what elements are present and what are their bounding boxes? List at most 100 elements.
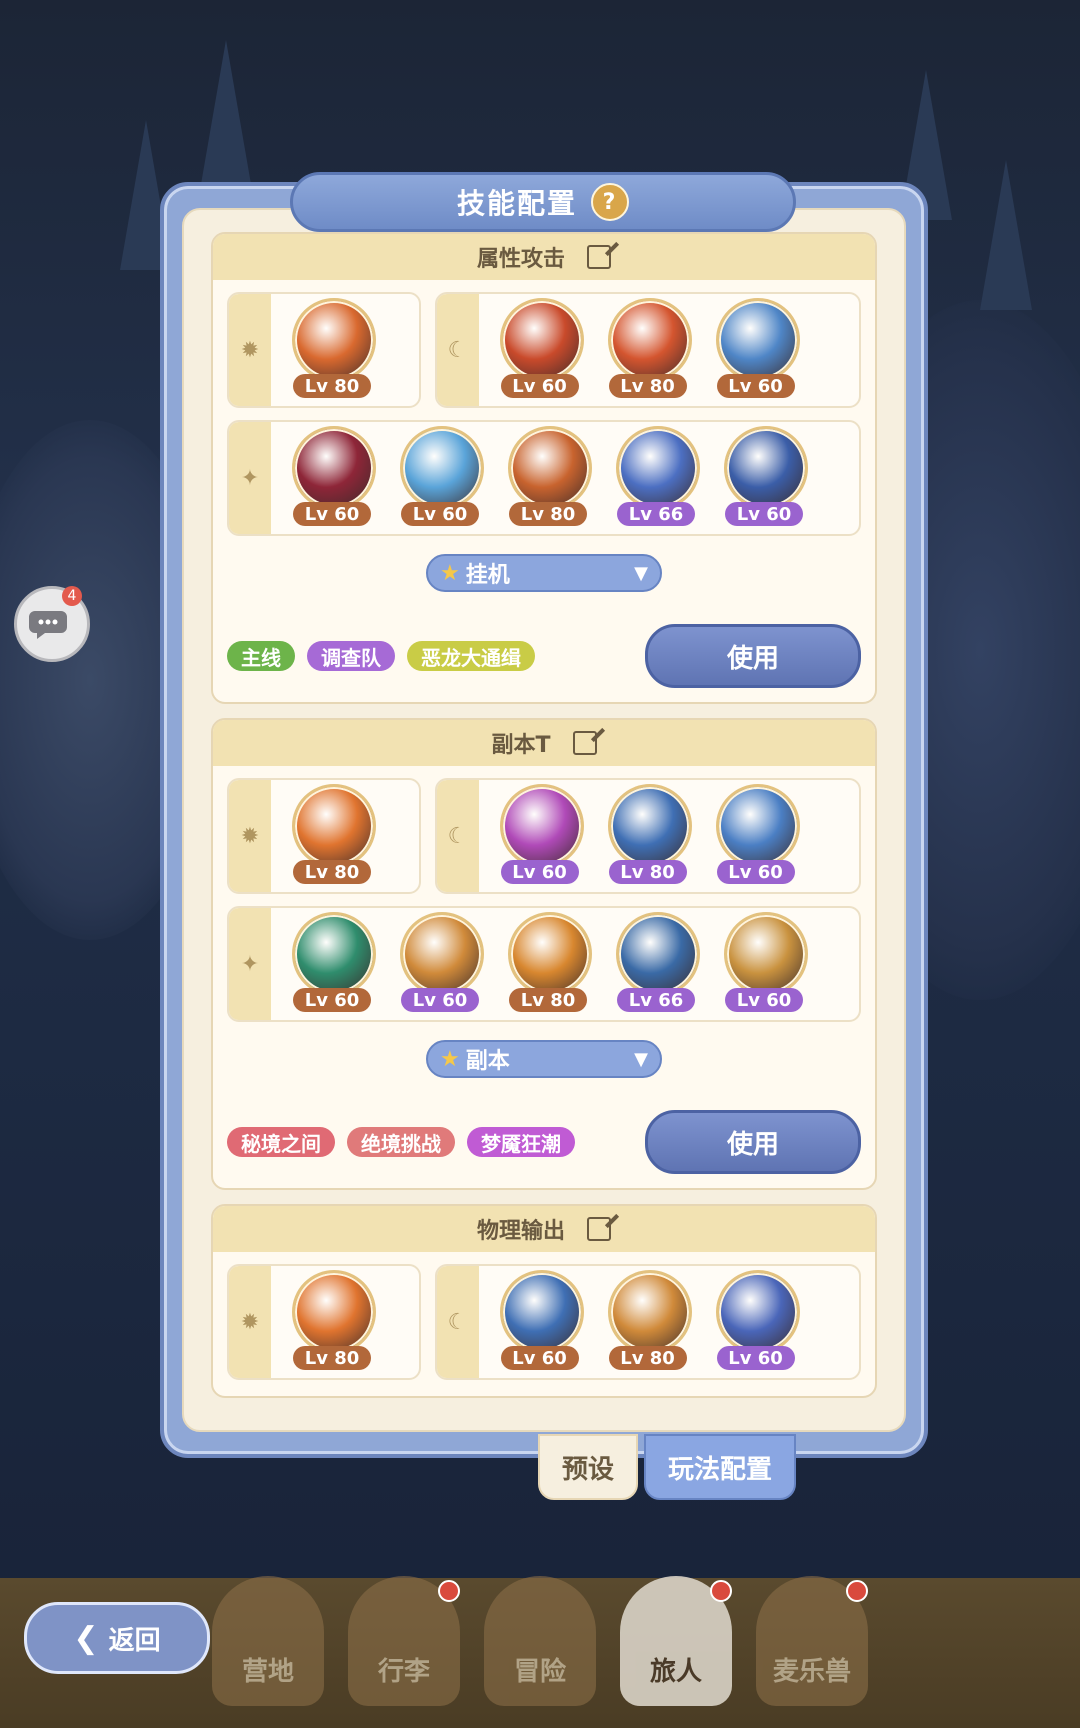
skill-level-badge: Lv 60 [401,988,479,1012]
edit-icon[interactable] [587,1217,611,1241]
pine-tree [200,40,252,190]
edit-icon[interactable] [572,731,597,755]
skill-icon [499,1270,584,1354]
skill-slot[interactable]: Lv 80 [605,1270,692,1374]
skill-icon [400,912,484,996]
help-icon[interactable]: ? [591,183,629,221]
skill-level-badge: Lv 80 [509,988,587,1012]
chat-bubble-icon [29,611,67,639]
sun-icon: ✹ [229,1266,271,1378]
skill-list: Lv 60 Lv 60 Lv 80 Lv 66 Lv 60 [271,912,808,1016]
chat-badge: 4 [62,586,82,606]
skill-list: Lv 60 Lv 80 Lv 60 [479,298,800,402]
skill-slot[interactable]: Lv 80 [605,784,692,888]
skill-slot[interactable]: Lv 60 [721,912,808,1016]
preset-header: 物理输出 [213,1206,875,1252]
skill-level-badge: Lv 60 [500,374,579,398]
star-icon: ★ [440,1046,460,1072]
notification-dot [710,1580,732,1602]
sun-icon: ✹ [229,294,271,406]
active-slot-box: ☾ Lv 60 Lv 80 Lv 60 [434,292,861,408]
skill-config-panel: 属性攻击 ✹ Lv 80 ☾ Lv 60 Lv 80 Lv 60 ✦ Lv 60 Lv 60 Lv … [160,182,928,1458]
preset-list[interactable]: 属性攻击 ✹ Lv 80 ☾ Lv 60 Lv 80 Lv 60 ✦ Lv 60 Lv 60 Lv … [208,232,880,1430]
tab-play-config[interactable]: 玩法配置 [644,1434,797,1500]
back-arrow-icon: ❮ [73,1620,99,1656]
edit-icon[interactable] [587,245,611,269]
tab-preset[interactable]: 预设 [538,1434,639,1500]
skill-slot[interactable]: Lv 60 [289,426,376,530]
sparkle-icon: ✦ [229,422,271,534]
skill-slot[interactable]: Lv 60 [497,1270,584,1374]
skill-slot[interactable]: Lv 80 [505,426,592,530]
skill-icon [292,912,376,996]
skill-icon [616,426,700,510]
skill-icon [607,784,692,868]
skill-slot[interactable]: Lv 60 [289,912,376,1016]
skill-slot[interactable]: Lv 60 [497,298,584,402]
skill-level-badge: Lv 80 [293,860,371,884]
mode-label: 挂机 [465,563,510,588]
mode-dropdown[interactable]: ★ 副本 ▼ [426,1040,662,1078]
skill-icon [724,426,808,510]
skill-slot[interactable]: Lv 80 [505,912,592,1016]
use-button[interactable]: 使用 [645,1110,861,1174]
skill-icon [400,426,484,510]
passive-slot-box: ✹ Lv 80 [227,1264,421,1380]
preset-name: 物理输出 [476,1219,565,1244]
extra-slot-box: ✦ Lv 60 Lv 60 Lv 80 Lv 66 Lv 60 [227,420,861,536]
skill-level-badge: Lv 80 [293,1346,371,1370]
skill-slot[interactable]: Lv 80 [605,298,692,402]
nav-item[interactable]: 营地 [212,1576,324,1706]
skill-icon [715,298,800,382]
mode-tag: 梦魇狂潮 [467,1127,575,1157]
back-button[interactable]: ❮ 返回 [24,1602,210,1674]
bottom-nav: ❮ 返回 营地 行李 冒险 旅人 麦乐兽 [0,1558,1080,1728]
skill-slot[interactable]: Lv 60 [713,784,800,888]
skill-slot[interactable]: Lv 60 [713,1270,800,1374]
skill-icon [715,784,800,868]
mode-tag: 恶龙大通缉 [407,641,535,671]
skill-icon [292,298,376,382]
skill-row-secondary: ✦ Lv 60 Lv 60 Lv 80 Lv 66 Lv 60 [213,894,875,1022]
skill-list: Lv 80 [271,1270,376,1374]
extra-slot-box: ✦ Lv 60 Lv 60 Lv 80 Lv 66 Lv 60 [227,906,861,1022]
chevron-down-icon: ▼ [634,562,648,584]
active-slot-box: ☾ Lv 60 Lv 80 Lv 60 [434,1264,861,1380]
skill-slot[interactable]: Lv 80 [289,784,376,888]
nav-item[interactable]: 冒险 [484,1576,596,1706]
skill-row-primary: ✹ Lv 80 ☾ Lv 60 Lv 80 Lv 60 [213,766,875,894]
skill-icon [616,912,700,996]
skill-slot[interactable]: Lv 60 [397,912,484,1016]
panel-title-ribbon: 技能配置 ? [290,172,796,232]
skill-slot[interactable]: Lv 80 [289,1270,376,1374]
skill-level-badge: Lv 66 [617,502,695,526]
skill-slot[interactable]: Lv 80 [289,298,376,402]
skill-slot[interactable]: Lv 60 [397,426,484,530]
chevron-down-icon: ▼ [634,1048,648,1070]
skill-icon [499,298,584,382]
skill-icon [508,426,592,510]
back-label: 返回 [108,1625,161,1656]
skill-slot[interactable]: Lv 66 [613,426,700,530]
preset-name: 属性攻击 [476,247,565,272]
mode-dropdown[interactable]: ★ 挂机 ▼ [426,554,662,592]
skill-level-badge: Lv 80 [293,374,371,398]
mode-tag: 主线 [227,641,295,671]
panel-inner: 属性攻击 ✹ Lv 80 ☾ Lv 60 Lv 80 Lv 60 ✦ Lv 60 Lv 60 Lv … [182,208,906,1432]
skill-slot[interactable]: Lv 60 [713,298,800,402]
sparkle-icon: ✦ [229,908,271,1020]
mode-tag: 秘境之间 [227,1127,335,1157]
skill-level-badge: Lv 60 [725,988,803,1012]
skill-level-badge: Lv 80 [608,374,687,398]
skill-level-badge: Lv 60 [500,1346,579,1370]
mode-tag: 绝境挑战 [347,1127,455,1157]
skill-slot[interactable]: Lv 60 [721,426,808,530]
skill-slot[interactable]: Lv 66 [613,912,700,1016]
notification-dot [846,1580,868,1602]
passive-slot-box: ✹ Lv 80 [227,778,421,894]
skill-slot[interactable]: Lv 60 [497,784,584,888]
use-button[interactable]: 使用 [645,624,861,688]
skill-level-badge: Lv 60 [500,860,579,884]
skill-level-badge: Lv 60 [293,988,371,1012]
mode-tags: 主线 调查队 恶龙大通缉 [227,641,645,671]
